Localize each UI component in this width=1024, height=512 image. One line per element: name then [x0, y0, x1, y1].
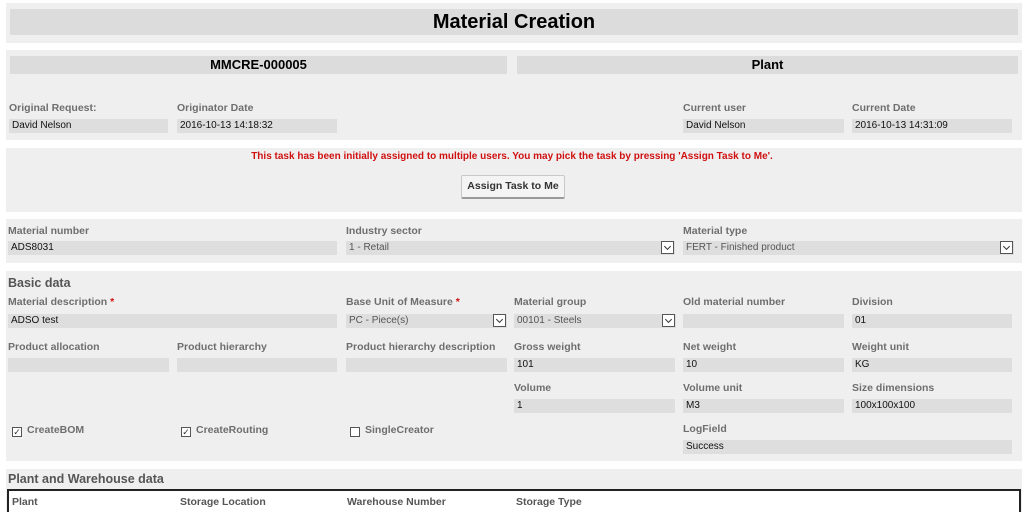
- assign-task-button[interactable]: Assign Task to Me: [461, 175, 565, 199]
- base-unit-select[interactable]: PC - Piece(s): [346, 314, 507, 328]
- product-hierarchy-description-label: Product hierarchy description: [346, 341, 496, 353]
- base-unit-value: PC - Piece(s): [349, 315, 409, 326]
- plant-warehouse-table: Plant Storage Location Warehouse Number …: [7, 489, 1021, 512]
- division-field[interactable]: 01: [852, 314, 1012, 328]
- old-material-number-label: Old material number: [683, 296, 786, 308]
- material-type-value: FERT - Finished product: [686, 242, 795, 253]
- current-user-field: David Nelson: [683, 119, 844, 133]
- column-header-plant: Plant: [12, 496, 38, 508]
- material-description-label: Material description *: [8, 296, 115, 308]
- create-bom-label: CreateBOM: [27, 424, 85, 436]
- column-header-warehouse-number: Warehouse Number: [347, 496, 446, 508]
- net-weight-field[interactable]: 10: [683, 358, 844, 372]
- material-type-select[interactable]: FERT - Finished product: [683, 241, 1014, 255]
- gross-weight-field[interactable]: 101: [514, 358, 675, 372]
- required-marker: *: [110, 296, 115, 308]
- request-header-panel: MMCRE-000005 Plant Original Request: Dav…: [6, 50, 1022, 140]
- volume-unit-field[interactable]: M3: [683, 399, 844, 413]
- chevron-down-icon[interactable]: [661, 241, 674, 254]
- plant-warehouse-title: Plant and Warehouse data: [8, 472, 164, 486]
- material-number-label: Material number: [8, 225, 90, 237]
- chevron-down-icon[interactable]: [1000, 241, 1013, 254]
- chevron-down-icon[interactable]: [662, 314, 675, 327]
- create-bom-checkbox[interactable]: ✓: [12, 427, 22, 437]
- material-description-field[interactable]: ADSO test: [8, 314, 337, 328]
- title-panel: Material Creation: [6, 3, 1022, 43]
- create-routing-label: CreateRouting: [196, 424, 269, 436]
- assignment-notice: This task has been initially assigned to…: [251, 151, 773, 162]
- page-title: Material Creation: [10, 9, 1018, 35]
- create-routing-checkbox[interactable]: ✓: [181, 427, 191, 437]
- product-hierarchy-description-field[interactable]: [346, 358, 507, 372]
- base-unit-label: Base Unit of Measure *: [346, 296, 460, 308]
- logfield-label: LogField: [683, 423, 727, 435]
- size-dimensions-label: Size dimensions: [852, 382, 935, 394]
- weight-unit-label: Weight unit: [852, 341, 909, 353]
- single-creator-checkbox[interactable]: [350, 427, 360, 437]
- product-hierarchy-label: Product hierarchy: [177, 341, 267, 353]
- single-creator-label: SingleCreator: [365, 424, 434, 436]
- industry-sector-select[interactable]: 1 - Retail: [346, 241, 675, 255]
- product-allocation-label: Product allocation: [8, 341, 100, 353]
- plant-header: Plant: [517, 56, 1018, 74]
- size-dimensions-field[interactable]: 100x100x100: [852, 399, 1012, 413]
- current-user-label: Current user: [683, 102, 747, 114]
- material-group-select[interactable]: 00101 - Steels: [514, 314, 676, 328]
- current-date-label: Current Date: [852, 102, 916, 114]
- column-header-storage-location: Storage Location: [180, 496, 266, 508]
- material-type-label: Material type: [683, 225, 748, 237]
- volume-field[interactable]: 1: [514, 399, 675, 413]
- original-request-label: Original Request:: [9, 102, 97, 114]
- current-date-field: 2016-10-13 14:31:09: [852, 119, 1012, 133]
- volume-label: Volume: [514, 382, 552, 394]
- gross-weight-label: Gross weight: [514, 341, 581, 353]
- logfield-field: Success: [683, 440, 1012, 454]
- basic-data-panel: Basic data Material description * ADSO t…: [6, 271, 1022, 461]
- industry-sector-label: Industry sector: [346, 225, 422, 237]
- volume-unit-label: Volume unit: [683, 382, 743, 394]
- column-header-storage-type: Storage Type: [516, 496, 582, 508]
- original-request-field: David Nelson: [9, 119, 168, 133]
- basic-data-title: Basic data: [8, 276, 71, 290]
- product-allocation-field[interactable]: [8, 358, 169, 372]
- material-panel: Material number ADS8031 Industry sector …: [6, 219, 1022, 263]
- plant-warehouse-panel: Plant and Warehouse data Plant Storage L…: [6, 469, 1022, 512]
- division-label: Division: [852, 296, 893, 308]
- material-group-label: Material group: [514, 296, 587, 308]
- weight-unit-field[interactable]: KG: [852, 358, 1012, 372]
- required-marker: *: [455, 296, 460, 308]
- originator-date-field: 2016-10-13 14:18:32: [177, 119, 337, 133]
- old-material-number-field[interactable]: [683, 314, 844, 328]
- originator-date-label: Originator Date: [177, 102, 254, 114]
- product-hierarchy-field[interactable]: [177, 358, 337, 372]
- material-group-value: 00101 - Steels: [517, 315, 582, 326]
- industry-sector-value: 1 - Retail: [349, 242, 390, 253]
- material-number-field[interactable]: ADS8031: [8, 241, 337, 255]
- net-weight-label: Net weight: [683, 341, 737, 353]
- request-id: MMCRE-000005: [10, 56, 507, 74]
- chevron-down-icon[interactable]: [493, 314, 506, 327]
